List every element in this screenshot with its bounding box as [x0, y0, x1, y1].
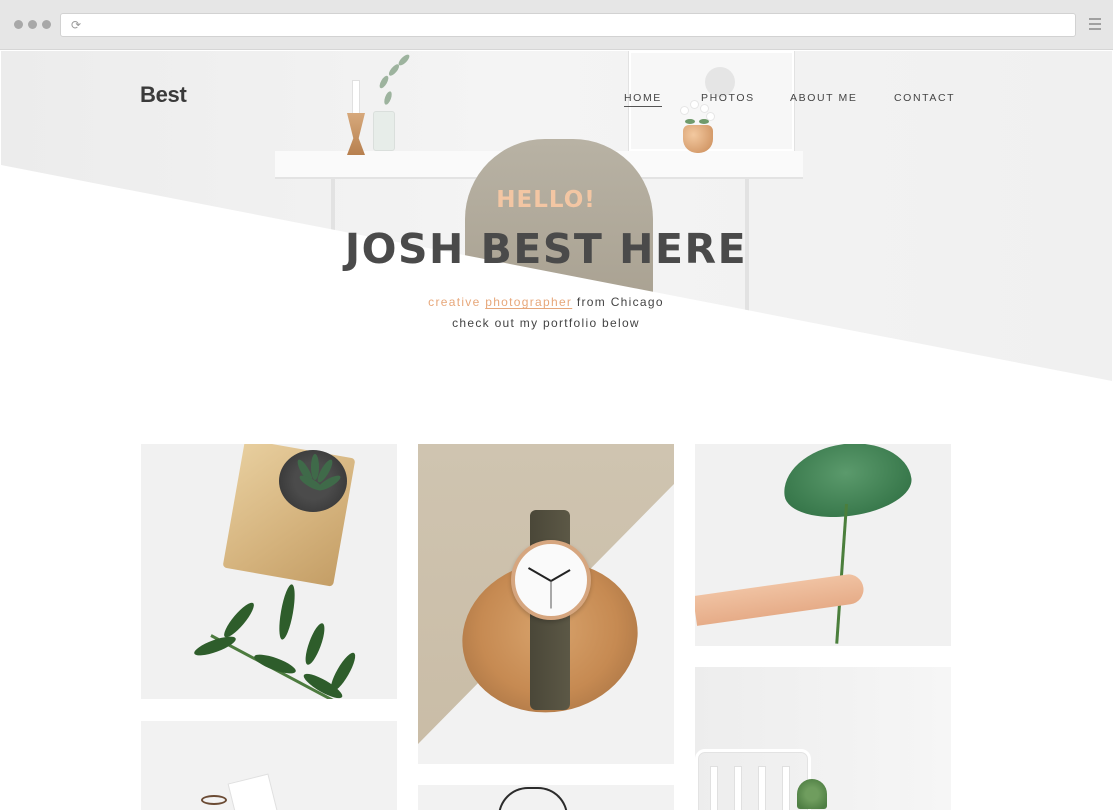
- nav-photos[interactable]: PHOTOS: [701, 92, 755, 104]
- address-bar[interactable]: ⟳: [60, 13, 1076, 37]
- hero-word-creative: creative: [428, 295, 481, 309]
- web-page: Best HOME PHOTOS ABOUT ME CONTACT HELLO!…: [1, 51, 1112, 810]
- window-dot[interactable]: [42, 20, 51, 29]
- hero-subtitle: creative photographer from Chicago check…: [1, 292, 1091, 334]
- hamburger-menu-icon[interactable]: [1089, 18, 1101, 32]
- hero-location: from Chicago: [576, 295, 664, 309]
- vase: [373, 111, 395, 151]
- hero-line2: check out my portfolio below: [452, 316, 640, 330]
- gallery-photo-succulent[interactable]: [141, 444, 397, 699]
- candle-holder: [347, 113, 365, 155]
- nav-home[interactable]: HOME: [624, 92, 662, 107]
- gallery-photo-chair[interactable]: [695, 667, 951, 810]
- browser-chrome: ⟳: [0, 0, 1113, 50]
- window-dots-icon: [14, 20, 51, 29]
- watch-face: [511, 540, 591, 620]
- window-dot[interactable]: [14, 20, 23, 29]
- copper-pot: [683, 125, 713, 153]
- main-nav: HOME PHOTOS ABOUT ME CONTACT: [1, 92, 1112, 107]
- gallery-photo-notebook[interactable]: [141, 721, 397, 810]
- gallery-photo-watch[interactable]: [418, 444, 674, 764]
- reload-icon[interactable]: ⟳: [71, 18, 81, 32]
- gallery-photo-cable[interactable]: [418, 785, 674, 810]
- nav-about-me[interactable]: ABOUT ME: [790, 92, 857, 104]
- photographer-link[interactable]: photographer: [485, 295, 572, 309]
- gallery-photo-leaf[interactable]: [695, 444, 951, 646]
- nav-contact[interactable]: CONTACT: [894, 92, 955, 104]
- hero-greeting: HELLO!: [496, 187, 596, 213]
- hero-headline: JOSH BEST HERE: [344, 225, 748, 273]
- window-dot[interactable]: [28, 20, 37, 29]
